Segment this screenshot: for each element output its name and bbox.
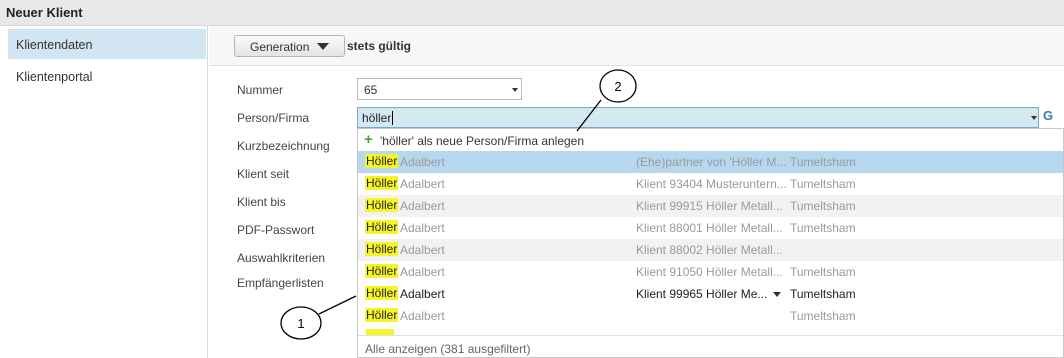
title-bar: Neuer Klient xyxy=(0,0,1064,26)
relation: (Ehe)partner von 'Höller M... xyxy=(636,155,787,169)
generation-button[interactable]: Generation xyxy=(234,35,345,57)
location: Tumeltsham xyxy=(790,177,856,191)
list-item[interactable]: Höller Adalbert Klient 99965 Höller Me..… xyxy=(358,283,1063,305)
nummer-select[interactable]: 65 xyxy=(357,78,522,100)
create-new-label: 'höller' als neue Person/Firma anlegen xyxy=(380,134,585,148)
chevron-down-icon[interactable] xyxy=(773,292,781,297)
sidebar-item-label: Klientendaten xyxy=(16,38,93,52)
callout-1-pointer xyxy=(318,295,357,315)
create-new-entry[interactable]: + 'höller' als neue Person/Firma anlegen xyxy=(358,129,1063,151)
first-name: Adalbert xyxy=(400,177,445,191)
sidebar: Klientendaten Klientenportal xyxy=(0,26,208,358)
list-item[interactable]: Höller Adalbert Klient 88001 Höller Meta… xyxy=(358,217,1063,239)
match-highlight: Höller xyxy=(365,242,399,256)
nummer-value: 65 xyxy=(364,83,378,97)
callout-1-circle xyxy=(280,306,322,340)
sidebar-item-klientendaten[interactable]: Klientendaten xyxy=(8,29,206,59)
toolbar: Generation stets gültig xyxy=(209,26,1064,66)
label-klient-seit: Klient seit xyxy=(237,167,290,181)
label-auswahlkriterien: Auswahlkriterien xyxy=(237,251,326,265)
relation: Klient 88002 Höller Metall... xyxy=(636,243,783,257)
location: Tumeltsham xyxy=(790,155,856,169)
match-highlight: Höller xyxy=(365,198,399,212)
label-kurzbezeichnung: Kurzbezeichnung xyxy=(237,139,330,153)
chevron-down-icon[interactable] xyxy=(1031,116,1037,120)
show-all-link[interactable]: Alle anzeigen (381 ausgefiltert) xyxy=(358,335,1063,357)
match-highlight: Höller xyxy=(365,286,399,300)
location: Tumeltsham xyxy=(790,199,856,213)
label-pdf-passwort: PDF-Passwort xyxy=(237,223,315,237)
validity-text: stets gültig xyxy=(347,39,412,53)
chevron-down-icon xyxy=(317,43,329,50)
list-item[interactable]: Höller Adalbert Klient 91050 Höller Meta… xyxy=(358,261,1063,283)
list-item[interactable]: Höller Adalbert Klient 99915 Höller Meta… xyxy=(358,195,1063,217)
text-cursor xyxy=(392,111,393,125)
callout-1-number: 1 xyxy=(297,316,304,331)
relation: Klient 99915 Höller Metall... xyxy=(636,199,783,213)
label-klient-bis: Klient bis xyxy=(237,195,286,209)
list-item[interactable]: Höller Adalbert Klient 93404 Musterunter… xyxy=(358,173,1063,195)
first-name: Adalbert xyxy=(400,309,445,323)
relation: Klient 91050 Höller Metall... xyxy=(636,265,783,279)
label-empfaengerlisten: Empfängerlisten xyxy=(237,276,324,290)
show-all-label: Alle anzeigen (381 ausgefiltert) xyxy=(365,342,531,356)
g-icon[interactable]: G xyxy=(1043,108,1053,123)
plus-icon: + xyxy=(364,131,373,148)
location: Tumeltsham xyxy=(790,221,856,235)
person-firma-value: höller xyxy=(362,111,392,125)
generation-label: Generation xyxy=(250,40,310,54)
chevron-down-icon xyxy=(512,88,518,92)
callout-2-number: 2 xyxy=(614,79,621,94)
match-highlight: Höller xyxy=(365,154,399,168)
sidebar-item-label: Klientenportal xyxy=(16,70,93,84)
relation: Klient 88001 Höller Metall... xyxy=(636,221,783,235)
first-name: Adalbert xyxy=(400,243,445,257)
location: Tumeltsham xyxy=(790,265,856,279)
location: Tumeltsham xyxy=(790,287,856,301)
list-item[interactable]: Höller Adalbert (Ehe)partner von 'Höller… xyxy=(358,151,1063,173)
match-highlight: Höller xyxy=(365,308,399,322)
sidebar-item-klientenportal[interactable]: Klientenportal xyxy=(8,61,206,91)
person-dropdown: + 'höller' als neue Person/Firma anlegen… xyxy=(357,128,1064,358)
relation: Klient 93404 Musteruntern... xyxy=(636,177,787,191)
first-name: Adalbert xyxy=(400,199,445,213)
match-highlight: Höller xyxy=(365,176,399,190)
callout-2-circle xyxy=(599,69,637,103)
window-title: Neuer Klient xyxy=(6,5,83,20)
list-item[interactable]: Höller Adalbert Klient 88002 Höller Meta… xyxy=(358,239,1063,261)
match-highlight: Höller xyxy=(365,220,399,234)
first-name: Adalbert xyxy=(400,287,445,301)
first-name: Adalbert xyxy=(400,155,445,169)
match-highlight: Höller xyxy=(365,264,399,278)
location: Tumeltsham xyxy=(790,309,856,323)
relation: Klient 99965 Höller Me... xyxy=(636,287,768,301)
list-item[interactable]: Höller Adalbert Tumeltsham xyxy=(358,305,1063,327)
label-person-firma: Person/Firma xyxy=(237,111,310,125)
label-nummer: Nummer xyxy=(237,83,284,97)
first-name: Adalbert xyxy=(400,221,445,235)
person-firma-input[interactable]: höller xyxy=(357,107,1039,128)
first-name: Adalbert xyxy=(400,265,445,279)
